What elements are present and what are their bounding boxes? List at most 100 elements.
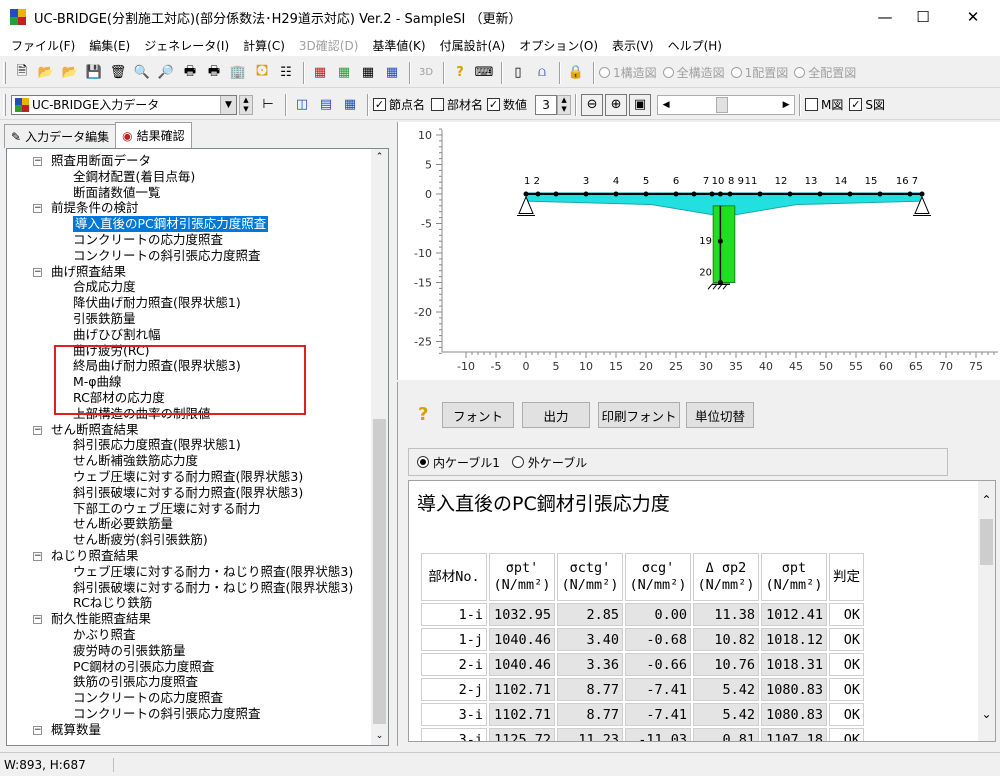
tree-collapse-icon[interactable]: − [33, 204, 42, 214]
member-icon[interactable]: ⩍ [531, 62, 553, 84]
print-icon[interactable]: 🖶 [179, 62, 201, 84]
tree-item[interactable]: かぶり照査 [73, 627, 136, 643]
tree-item[interactable]: ウェブ圧壊に対する耐力照査(限界状態3) [73, 469, 303, 485]
help-icon[interactable]: ? [449, 62, 471, 84]
print-preview-icon[interactable]: 🖸 [251, 62, 273, 84]
bridge-icon[interactable]: ☷ [275, 62, 297, 84]
tree-item[interactable]: 合成応力度 [73, 279, 136, 295]
layout-icon-2[interactable]: ▤ [315, 94, 337, 116]
chevron-down-icon[interactable]: ▼ [220, 95, 236, 114]
menu-view[interactable]: 表示(V) [605, 37, 661, 54]
maximize-button[interactable]: ☐ [900, 0, 946, 34]
radio-outer-cable[interactable]: 外ケーブル [511, 454, 587, 471]
tree-item[interactable]: せん断疲労(斜引張鉄筋) [73, 532, 208, 548]
tree-item[interactable]: 照査用断面データ [51, 153, 151, 169]
new-file-icon[interactable]: 🗎 [11, 62, 33, 84]
tree-item[interactable]: 耐久性能照査結果 [51, 611, 151, 627]
member-name-checkbox[interactable] [431, 98, 445, 111]
search-icon[interactable]: 🔍 [131, 62, 153, 84]
bar-icon[interactable]: ▯ [507, 62, 529, 84]
tree-collapse-icon[interactable]: − [33, 157, 42, 166]
report-scroll-down-icon[interactable]: ⌄ [978, 707, 995, 721]
keyboard-icon[interactable]: ⌨ [473, 62, 495, 84]
tree-collapse-icon[interactable]: − [33, 425, 42, 435]
tree-item[interactable]: コンクリートの応力度照査 [73, 232, 223, 248]
tree-item[interactable]: ねじり照査結果 [51, 548, 139, 564]
menu-3d[interactable]: 3D確認(D) [292, 37, 365, 54]
m-diagram-checkbox[interactable] [805, 98, 819, 111]
table-icon[interactable]: ▦ [357, 62, 379, 84]
tab-result-check[interactable]: ◉ 結果確認 [115, 122, 192, 148]
tree-item[interactable]: 斜引張破壊に対する耐力・ねじり照査(限界状態3) [73, 580, 353, 596]
zoom-in-icon[interactable]: ⊕ [605, 93, 628, 116]
tree-collapse-icon[interactable]: − [33, 725, 42, 735]
menu-help[interactable]: ヘルプ(H) [661, 37, 729, 54]
menu-option[interactable]: オプション(O) [512, 37, 605, 54]
radio-all-layout[interactable]: 全配置図 [794, 64, 856, 81]
tree-item[interactable]: 鉄筋の引張応力度照査 [73, 674, 198, 690]
tree-collapse-icon[interactable]: − [33, 552, 42, 561]
digits-field[interactable]: 3 [535, 94, 558, 115]
s-diagram-checkbox[interactable]: ✓ [849, 98, 863, 111]
tree-item-selected[interactable]: 導入直後のPC鋼材引張応力度照査 [73, 216, 269, 233]
tree-item[interactable]: 降伏曲げ耐力照査(限界状態1) [73, 295, 241, 311]
print-font-button[interactable]: 印刷フォント [598, 402, 680, 428]
radio-one-structure[interactable]: 1構造図 [599, 64, 657, 81]
tree-scrollbar[interactable]: ⌃ ⌄ [371, 149, 388, 745]
radio-one-layout[interactable]: 1配置図 [730, 64, 788, 81]
radio-all-structure[interactable]: 全構造図 [662, 64, 725, 81]
data-select[interactable]: UC-BRIDGE入力データ ▼ [11, 94, 237, 115]
print-all-icon[interactable]: 🖶 [203, 62, 225, 84]
tree-item[interactable]: 曲げ照査結果 [51, 264, 126, 280]
grid-icon[interactable]: ▦ [381, 62, 403, 84]
search-next-icon[interactable]: 🔎 [155, 62, 177, 84]
tree-item[interactable]: 斜引張破壊に対する耐力照査(限界状態3) [73, 485, 303, 501]
tree-item[interactable]: ウェブ圧壊に対する耐力・ねじり照査(限界状態3) [73, 564, 353, 580]
tree-item[interactable]: 引張鉄筋量 [73, 311, 136, 327]
font-button[interactable]: フォント [442, 402, 514, 428]
open-sample-icon[interactable]: 📂 [59, 62, 81, 84]
slider-right-arrow[interactable]: ▶ [778, 96, 794, 114]
building-icon[interactable]: 🏢 [227, 62, 249, 84]
open-folder-icon[interactable]: 📂 [35, 62, 57, 84]
tree-item[interactable]: 曲げひび割れ幅 [73, 327, 161, 343]
tree-item[interactable]: せん断必要鉄筋量 [73, 516, 173, 532]
zoom-fit-icon[interactable]: ▣ [629, 93, 652, 116]
tree-item[interactable]: RCねじり鉄筋 [73, 595, 152, 611]
report-scroll-up-icon[interactable]: ⌃ [978, 493, 995, 510]
tab-input-edit[interactable]: ✎ 入力データ編集 [4, 124, 117, 148]
scroll-thumb[interactable] [373, 419, 386, 724]
tree-structure-icon[interactable]: ⊢ [257, 94, 279, 116]
menu-calc[interactable]: 計算(C) [236, 37, 292, 54]
scroll-up-icon[interactable]: ⌃ [371, 149, 388, 166]
menu-edit[interactable]: 編集(E) [82, 37, 137, 54]
tree-item[interactable]: 前提条件の検討 [51, 200, 139, 216]
menu-file[interactable]: ファイル(F) [4, 37, 82, 54]
slider-thumb[interactable] [716, 96, 729, 113]
layout-icon-1[interactable]: ◫ [291, 94, 313, 116]
tree-item[interactable]: せん断補強鉄筋応力度 [73, 453, 198, 469]
calc-icon[interactable]: ▦ [309, 62, 331, 84]
zoom-out-icon[interactable]: ⊖ [581, 93, 604, 116]
output-button[interactable]: 出力 [522, 402, 590, 428]
tree-item[interactable]: 斜引張応力度照査(限界状態1) [73, 437, 241, 453]
delete-icon[interactable]: 🗑 [107, 62, 129, 84]
tree-item[interactable]: コンクリートの応力度照査 [73, 690, 223, 706]
radio-inner-cable[interactable]: 内ケーブル1 [417, 454, 500, 471]
slider-left-arrow[interactable]: ◀ [658, 96, 674, 114]
tree-collapse-icon[interactable]: − [33, 267, 42, 277]
tree-item[interactable]: 全鋼材配置(着目点毎) [73, 169, 195, 185]
tree-item[interactable]: せん断照査結果 [51, 422, 139, 438]
report-scroll-thumb[interactable] [980, 519, 993, 565]
3d-icon[interactable]: 3D [415, 62, 437, 84]
help-icon-button[interactable]: ? [418, 404, 428, 425]
tree-item[interactable]: コンクリートの斜引張応力度照査 [73, 248, 261, 264]
save-icon[interactable]: 💾 [83, 62, 105, 84]
tree-item[interactable]: 下部工のウェブ圧壊に対する耐力 [73, 501, 261, 517]
report-scrollbar[interactable]: ⌃ ⌄ [978, 481, 995, 741]
select-spinner[interactable]: ▲ ▼ [239, 94, 253, 115]
tree-item[interactable]: PC鋼材の引張応力度照査 [73, 659, 214, 675]
zoom-slider[interactable]: ◀ ▶ [657, 94, 796, 115]
lock-icon[interactable]: 🔒 [565, 62, 587, 84]
layout-icon-3[interactable]: ▦ [339, 94, 361, 116]
